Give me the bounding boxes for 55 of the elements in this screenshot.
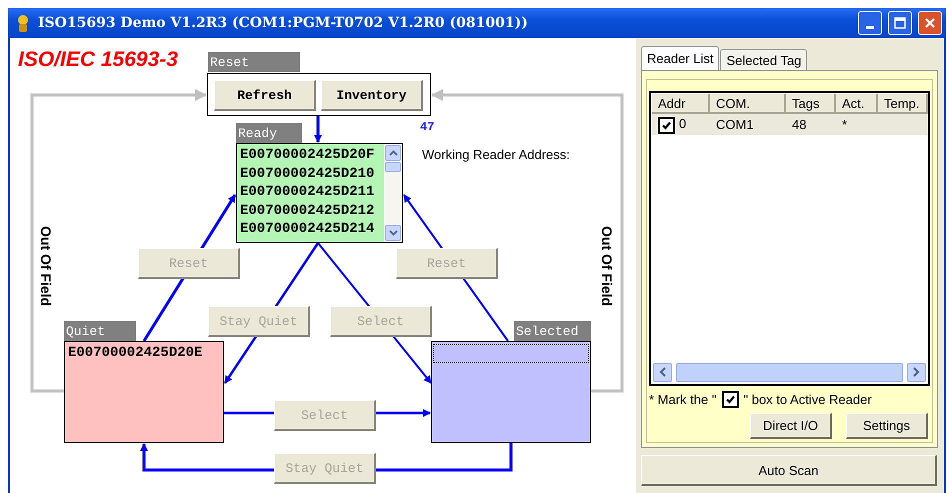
out-of-field-label: Out Of Field xyxy=(599,226,615,306)
working-reader-address-label: Working Reader Address: xyxy=(422,147,570,162)
scroll-up-icon[interactable] xyxy=(388,150,398,156)
close-icon xyxy=(924,17,936,29)
table-cell: 0 xyxy=(652,116,710,134)
maximize-icon xyxy=(894,17,906,29)
tab[interactable]: Reader List xyxy=(641,46,720,70)
auto-scan-button[interactable]: Auto Scan xyxy=(641,455,937,486)
scroll-left-icon[interactable] xyxy=(659,367,666,377)
scroll-thumb[interactable] xyxy=(385,162,401,172)
panel-button[interactable]: Settings xyxy=(846,413,928,439)
state-label: Ready xyxy=(236,123,302,143)
state-label: Selected xyxy=(514,321,591,341)
column-header[interactable]: Temp. xyxy=(878,94,928,114)
command-button[interactable]: Inventory xyxy=(321,80,423,111)
window-title: ISO15693 Demo V1.2R3 (COM1:PGM-T0702 V1.2R0 (081001)) xyxy=(38,15,529,31)
table-row[interactable]: 0 COM1 48 * xyxy=(652,114,928,135)
note-text: " box to Active Reader xyxy=(743,392,872,407)
state-label: Quiet xyxy=(64,321,136,341)
tag-id[interactable]: E00700002425D20E xyxy=(68,344,223,362)
tag-id[interactable]: E00700002425D20F xyxy=(240,146,384,164)
protocol-heading: ISO/IEC 15693-3 xyxy=(18,48,178,72)
column-header[interactable]: Addr xyxy=(652,94,710,114)
maximize-button[interactable] xyxy=(888,11,912,35)
table-cell-text: 48 xyxy=(791,117,808,132)
tag-count: 47 xyxy=(420,120,434,134)
tab[interactable]: Selected Tag xyxy=(720,49,808,70)
column-header[interactable]: Act. xyxy=(836,94,878,114)
ready-tag-list[interactable]: E00700002425D20F E00700002425D210 E00700002425D211 E00700002425D212 E00700002425D214 xyxy=(236,143,403,243)
panel-button[interactable]: Direct I/O xyxy=(750,413,832,439)
quiet-tag-list[interactable]: E00700002425D20E xyxy=(64,341,224,443)
out-of-field-label: Out Of Field xyxy=(38,226,54,306)
scroll-down-icon[interactable] xyxy=(388,230,398,236)
column-header[interactable]: COM. xyxy=(710,94,786,114)
vertical-scrollbar[interactable] xyxy=(384,144,402,242)
minimize-button[interactable] xyxy=(858,11,882,35)
tag-id[interactable]: E00700002425D210 xyxy=(240,164,384,183)
note-text: * Mark the " xyxy=(649,392,716,407)
table-cell-text: * xyxy=(841,117,848,132)
scroll-right-icon[interactable] xyxy=(913,367,920,377)
tag-id[interactable]: E00700002425D211 xyxy=(240,183,384,202)
table-cell-text: COM1 xyxy=(715,117,755,132)
close-button[interactable] xyxy=(918,11,942,35)
checkbox[interactable] xyxy=(658,116,675,134)
horizontal-scrollbar[interactable] xyxy=(653,362,926,382)
command-button[interactable]: Refresh xyxy=(214,80,316,111)
check-icon xyxy=(661,120,672,130)
arrow xyxy=(314,116,322,143)
minimize-icon xyxy=(866,26,874,28)
check-icon xyxy=(725,394,736,405)
tag-id[interactable]: E00700002425D214 xyxy=(240,220,384,238)
column-header[interactable]: Tags xyxy=(786,94,836,114)
tag-id[interactable]: E00700002425D212 xyxy=(240,202,384,220)
state-label: Reset xyxy=(208,52,300,72)
selected-tag-list[interactable] xyxy=(431,341,591,443)
